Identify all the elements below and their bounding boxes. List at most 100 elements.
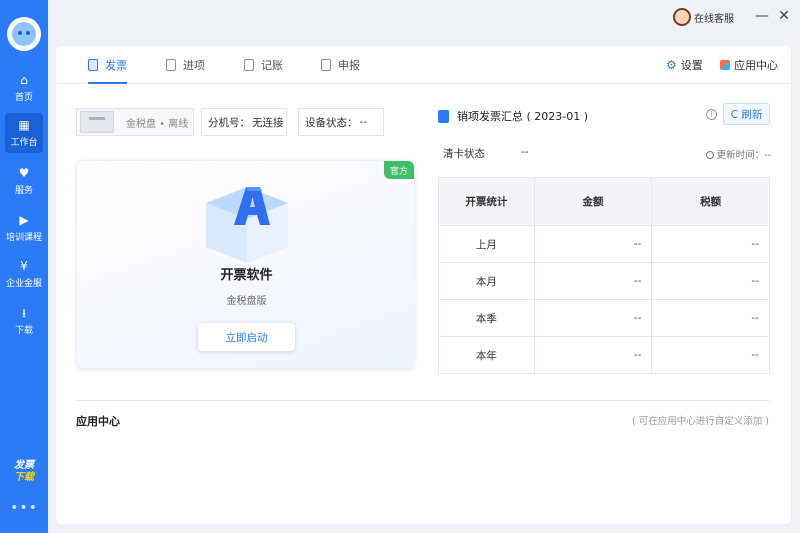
invoice-software-logo-icon xyxy=(206,187,288,263)
amount-cell: -- xyxy=(533,225,653,263)
cube-icon xyxy=(720,60,730,70)
invoice-icon xyxy=(88,59,98,71)
tax-disk-icon xyxy=(80,111,114,133)
app-center-hint: ( 可在应用中心进行自定义添加 ) xyxy=(632,416,769,427)
avatar xyxy=(673,8,691,26)
sidebar-item-label: 下载 xyxy=(14,326,33,336)
sidebar-item-service[interactable]: ♥ 服务 xyxy=(0,161,48,201)
main-panel: 发票 进项 记账 申报 ⚙ 设置 应用中心 金税盘 • 离线 分机号： 无连接 xyxy=(56,46,791,524)
column-header: 税额 xyxy=(651,177,770,226)
column-header: 金额 xyxy=(533,177,653,226)
app-logo[interactable] xyxy=(7,17,41,51)
extension-field: 分机号： 无连接 xyxy=(201,108,287,136)
software-edition: 金税盘版 xyxy=(226,296,267,307)
sidebar-item-home[interactable]: ⌂ 首页 xyxy=(0,68,48,108)
amount-cell: -- xyxy=(533,336,653,374)
update-time: 更新时间：-- xyxy=(705,147,771,161)
document-icon xyxy=(438,109,449,123)
sidebar-item-workbench[interactable]: ▦ 工作台 xyxy=(5,113,43,153)
amount-cell: -- xyxy=(533,262,653,300)
period-cell: 本月 xyxy=(438,262,535,300)
update-time-text: 更新时间：-- xyxy=(716,150,771,161)
official-badge: 官方 xyxy=(384,161,414,179)
card-clear-status-label: 清卡状态 xyxy=(443,148,485,160)
app-center-link[interactable]: 应用中心 xyxy=(720,46,778,84)
card-clear-status-value: -- xyxy=(521,146,529,158)
tab-invoice[interactable]: 发票 xyxy=(88,46,127,84)
tax-cell: -- xyxy=(651,336,770,374)
clock-icon xyxy=(705,151,714,159)
tab-bookkeeping[interactable]: 记账 xyxy=(244,46,283,84)
refresh-button[interactable]: C 刷新 xyxy=(723,103,770,125)
period-cell: 本年 xyxy=(438,336,535,374)
sidebar-item-download[interactable]: ⭳ 下载 xyxy=(0,301,48,341)
settings-label: 设置 xyxy=(680,59,703,72)
table-row: 上月 -- -- xyxy=(438,225,770,263)
more-icon[interactable]: ••• xyxy=(0,500,48,516)
sidebar-item-label: 服务 xyxy=(14,186,33,196)
sidebar-item-label: 企业金服 xyxy=(5,279,42,289)
tax-cell: -- xyxy=(651,262,770,300)
launch-button[interactable]: 立即启动 xyxy=(198,323,295,351)
tab-input[interactable]: 进项 xyxy=(166,46,205,84)
period-cell: 上月 xyxy=(438,225,535,263)
invoice-stats-table: 开票统计 金额 税额 上月 -- -- 本月 -- -- 本季 -- -- 本年… xyxy=(438,177,770,374)
tab-label: 记账 xyxy=(261,59,283,72)
invoice-download-promo[interactable]: 发票 下载 xyxy=(8,460,40,484)
phone-icon xyxy=(321,59,331,71)
tab-bar: 发票 进项 记账 申报 ⚙ 设置 应用中心 xyxy=(56,46,791,84)
app-center-section-title: 应用中心 xyxy=(76,415,120,428)
device-status-label: 设备状态： xyxy=(305,116,358,129)
download-icon: ⭳ xyxy=(21,306,27,320)
tab-label: 发票 xyxy=(105,59,127,72)
online-service-button[interactable]: 在线客服 xyxy=(673,8,734,26)
scrollbar[interactable] xyxy=(794,40,800,524)
table-row: 本月 -- -- xyxy=(438,262,770,300)
calendar-icon xyxy=(244,59,254,71)
tax-disk-label: 金税盘 • 离线 xyxy=(126,118,189,130)
table-header-row: 开票统计 金额 税额 xyxy=(438,177,770,226)
settings-link[interactable]: ⚙ 设置 xyxy=(666,46,703,84)
finance-icon: ¥ xyxy=(20,259,28,273)
extension-value: 无连接 xyxy=(252,116,284,129)
sidebar-item-training[interactable]: ▶ 培训课程 xyxy=(0,208,48,248)
video-icon: ▶ xyxy=(19,213,29,227)
home-icon: ⌂ xyxy=(20,73,28,87)
tax-cell: -- xyxy=(651,225,770,263)
extension-label: 分机号： xyxy=(208,116,250,129)
sales-invoice-summary-title: 销项发票汇总 ( 2023-01 ) xyxy=(438,108,588,124)
tab-declare[interactable]: 申报 xyxy=(321,46,360,84)
device-status-value: -- xyxy=(359,116,368,128)
minimize-button[interactable]: — xyxy=(754,8,770,24)
invoice-software-card: 官方 开票软件 金税盘版 立即启动 xyxy=(76,160,415,369)
close-button[interactable]: ✕ xyxy=(776,8,792,24)
gear-icon: ⚙ xyxy=(666,58,677,72)
period-cell: 本季 xyxy=(438,299,535,337)
app-center-label: 应用中心 xyxy=(734,59,778,72)
amount-cell: -- xyxy=(533,299,653,337)
online-service-label: 在线客服 xyxy=(694,13,734,25)
tab-label: 进项 xyxy=(183,59,205,72)
tab-label: 申报 xyxy=(338,59,360,72)
title-bar: 在线客服 — ✕ xyxy=(48,0,800,38)
heart-hand-icon: ♥ xyxy=(18,166,30,180)
mascot-icon xyxy=(12,22,36,46)
software-name: 开票软件 xyxy=(220,268,273,283)
tax-cell: -- xyxy=(651,299,770,337)
device-status-field: 设备状态： -- xyxy=(298,108,384,136)
sidebar-item-finance[interactable]: ¥ 企业金服 xyxy=(0,254,48,294)
tax-disk-status[interactable]: 金税盘 • 离线 xyxy=(76,108,194,136)
table-row: 本年 -- -- xyxy=(438,336,770,374)
table-row: 本季 -- -- xyxy=(438,299,770,337)
grid-icon: ▦ xyxy=(18,118,30,132)
section-divider xyxy=(76,400,770,401)
column-header: 开票统计 xyxy=(438,177,535,226)
image-icon xyxy=(166,59,176,71)
info-icon[interactable]: i xyxy=(706,109,717,120)
sidebar-item-label: 首页 xyxy=(14,93,33,103)
sidebar: ⌂ 首页 ▦ 工作台 ♥ 服务 ▶ 培训课程 ¥ 企业金服 ⭳ 下载 发票 下载… xyxy=(0,0,48,533)
summary-title-text: 销项发票汇总 ( 2023-01 ) xyxy=(457,110,589,123)
promo-line-1: 发票 xyxy=(14,460,34,471)
sidebar-item-label: 培训课程 xyxy=(5,233,42,243)
promo-line-2: 下载 xyxy=(14,472,34,483)
